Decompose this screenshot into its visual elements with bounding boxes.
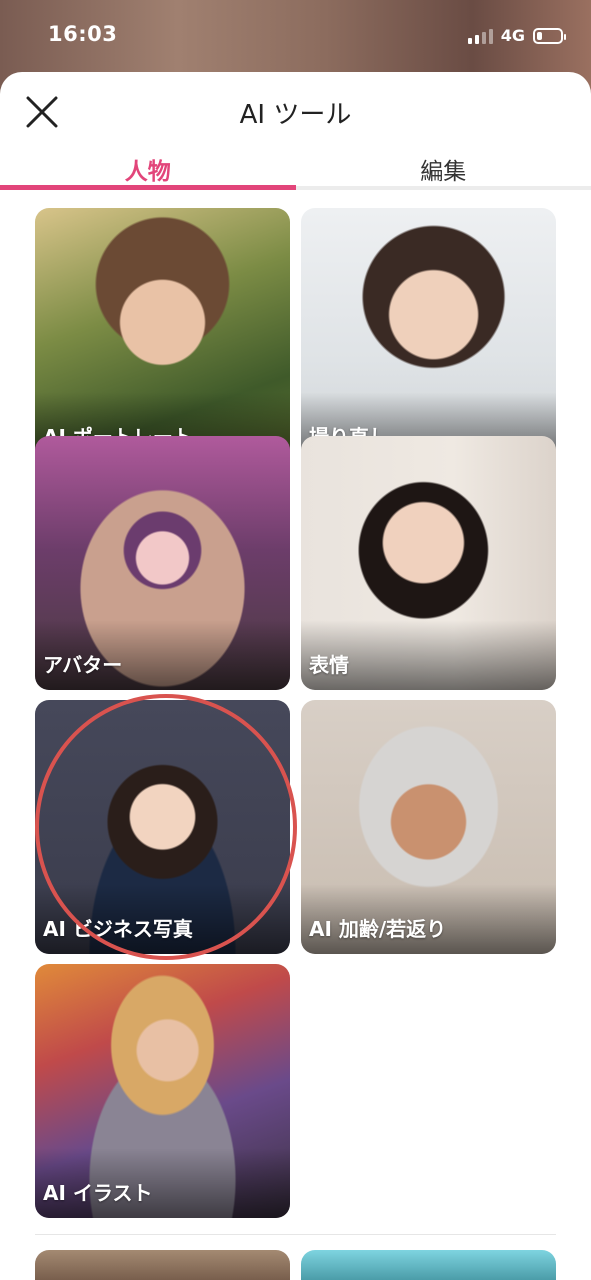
tool-card-ai-illustration[interactable]: AI イラスト [35,964,290,1218]
battery-level [537,31,542,40]
tab-edit[interactable]: 編集 [296,148,591,190]
next-card-preview[interactable] [301,1250,556,1280]
status-indicators: 4G [467,26,566,45]
tool-label: アバター [43,653,123,677]
tool-card-ai-portrait[interactable]: AI ポートレート [35,208,290,462]
status-time: 16:03 [48,22,118,46]
battery-icon [533,27,566,44]
status-bar: 16:03 4G [0,0,591,72]
next-card-preview[interactable] [35,1250,290,1280]
tool-card-avatar[interactable]: アバター [35,436,290,690]
ai-tools-sheet: AI ツール 人物 編集 AI ポートレート 撮り直し アバター 表情 AI ビ… [0,72,591,1280]
tab-indicator [0,185,296,190]
tool-card-ai-business-photo[interactable]: AI ビジネス写真 [35,700,290,954]
sheet-header: AI ツール [0,72,591,148]
category-tabs: 人物 編集 [0,148,591,190]
signal-icon [467,28,493,44]
tool-label: AI ビジネス写真 [43,917,193,941]
section-divider [35,1234,556,1235]
network-type: 4G [500,26,525,45]
tool-card-expression[interactable]: 表情 [301,436,556,690]
tool-card-retake[interactable]: 撮り直し [301,208,556,462]
tab-person[interactable]: 人物 [0,148,296,190]
tool-card-ai-aging[interactable]: AI 加齢/若返り [301,700,556,954]
sheet-title: AI ツール [239,100,352,130]
tool-label: AI イラスト [43,1181,153,1205]
tool-label: 表情 [309,653,349,677]
tool-label: AI 加齢/若返り [309,917,447,941]
